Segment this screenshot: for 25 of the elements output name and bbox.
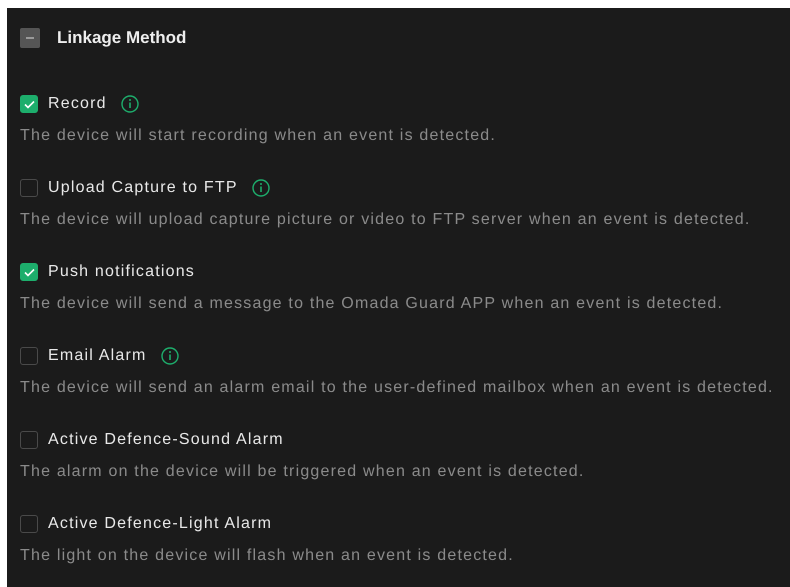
check-icon (24, 100, 34, 108)
select-all-checkbox[interactable] (20, 28, 40, 48)
section-title: Linkage Method (57, 28, 186, 48)
option-description: The light on the device will flash when an event is detected. (20, 547, 515, 565)
checkbox[interactable] (20, 347, 38, 365)
option-label: Push notifications (48, 263, 196, 281)
option-description: The device will send an alarm email to the user-defined mailbox when an event is detected. (20, 379, 775, 397)
option-label: Email Alarm (48, 347, 147, 365)
checkbox[interactable] (20, 515, 38, 533)
option-description: The device will upload capture picture or video to FTP server when an event is detected. (20, 211, 752, 229)
info-icon[interactable] (160, 347, 179, 365)
option-description: The device will start recording when an event is detected. (20, 127, 498, 145)
option-description: The device will send a message to the Omada Guard APP when an event is detected. (20, 295, 724, 313)
option-label: Active Defence-Sound Alarm (48, 431, 284, 449)
info-icon[interactable] (252, 179, 270, 197)
checkbox[interactable] (20, 95, 38, 113)
info-icon[interactable] (120, 95, 139, 113)
checkbox[interactable] (20, 179, 38, 197)
checkbox[interactable] (20, 263, 38, 281)
option-label: Record (48, 95, 107, 113)
option-label: Upload Capture to FTP (48, 179, 238, 197)
option-description: The alarm on the device will be triggered when an event is detected. (20, 463, 586, 481)
checkbox[interactable] (20, 431, 38, 449)
option-label: Active Defence-Light Alarm (48, 515, 272, 533)
check-icon (24, 268, 34, 276)
